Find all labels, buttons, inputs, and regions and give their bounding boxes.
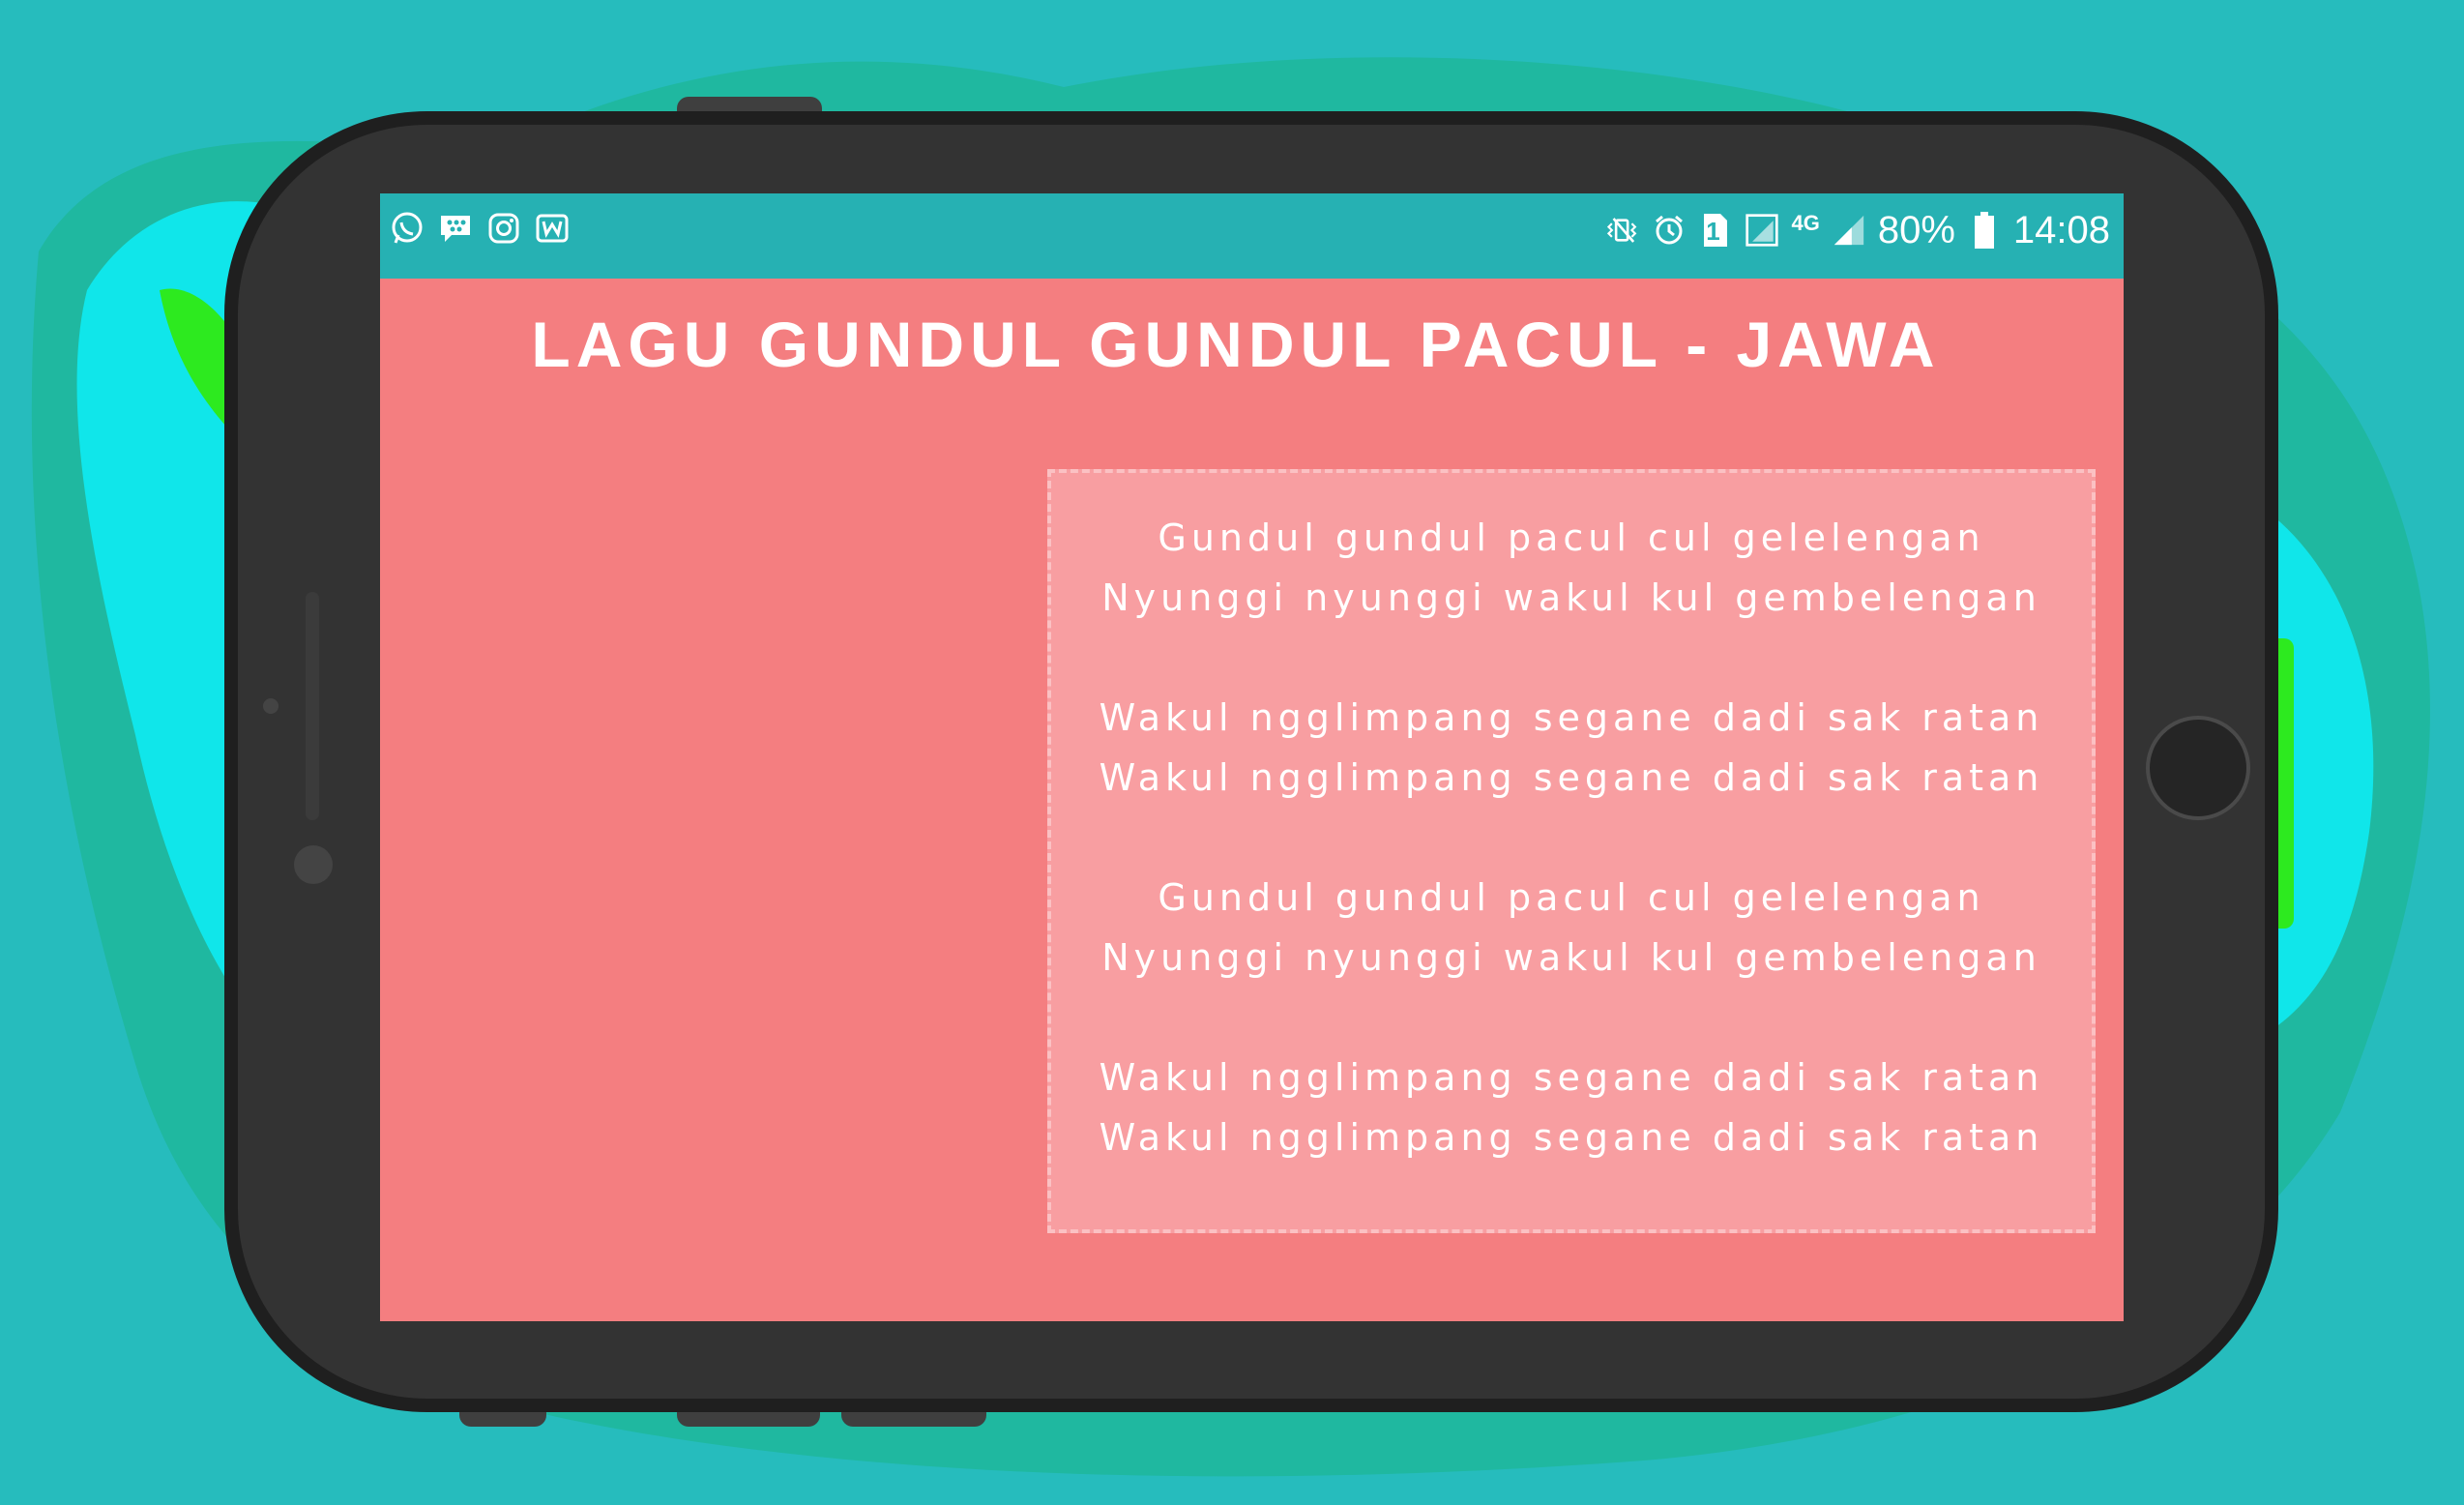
bbm-icon [438,211,473,246]
signal-icon [1745,213,1779,248]
lyric-stanza: Gundul gundul pacul cul gelelengan Nyung… [1101,868,2041,988]
lyrics-box: Gundul gundul pacul cul gelelengan Nyung… [1047,469,2096,1233]
battery-icon [1967,212,2002,249]
lyric-line: Gundul gundul pacul cul gelelengan [1158,516,1985,559]
network-4g-label: 4G [1791,211,1820,235]
lyric-line: Nyunggi nyunggi wakul kul gembelengan [1101,576,2041,619]
signal-icon [1832,213,1866,248]
front-camera [294,845,333,884]
lyric-stanza: Wakul ngglimpang segane dadi sak ratan W… [1100,688,2044,808]
speaker-slot [306,592,319,820]
lyric-stanza: Gundul gundul pacul cul gelelengan Nyung… [1101,508,2041,628]
notification-icons [390,211,570,246]
status-bar: 1 4G 80% 14:08 [380,193,2124,279]
sim-icon: 1 [1698,213,1733,248]
vibrate-icon [1605,213,1640,248]
instagram-icon [486,211,521,246]
lyric-stanza: Wakul ngglimpang segane dadi sak ratan W… [1100,1048,2044,1167]
alarm-icon [1652,213,1687,248]
lyric-line: Nyunggi nyunggi wakul kul gembelengan [1101,936,2041,979]
clock: 14:08 [2012,209,2110,251]
sensor-dot [263,698,279,714]
wattpad-icon [535,211,570,246]
lyric-line: Wakul ngglimpang segane dadi sak ratan [1099,756,2044,799]
lyric-line: Wakul ngglimpang segane dadi sak ratan [1099,1056,2044,1099]
whatsapp-icon [390,211,425,246]
page-title: LAGU GUNDUL GUNDUL PACUL - JAWA [531,309,1941,380]
lyric-line: Gundul gundul pacul cul gelelengan [1158,876,1985,919]
sim-label: 1 [1706,217,1720,246]
lyric-line: Wakul ngglimpang segane dadi sak ratan [1099,696,2044,739]
app-screen: 1 4G 80% 14:08 LAGU GUNDUL GUNDUL PACUL … [380,193,2124,1321]
battery-percent: 80% [1877,209,1955,251]
system-icons: 1 4G 80% 14:08 [1605,207,2110,253]
home-button[interactable] [2146,716,2250,820]
lyric-line: Wakul ngglimpang segane dadi sak ratan [1099,1116,2044,1159]
